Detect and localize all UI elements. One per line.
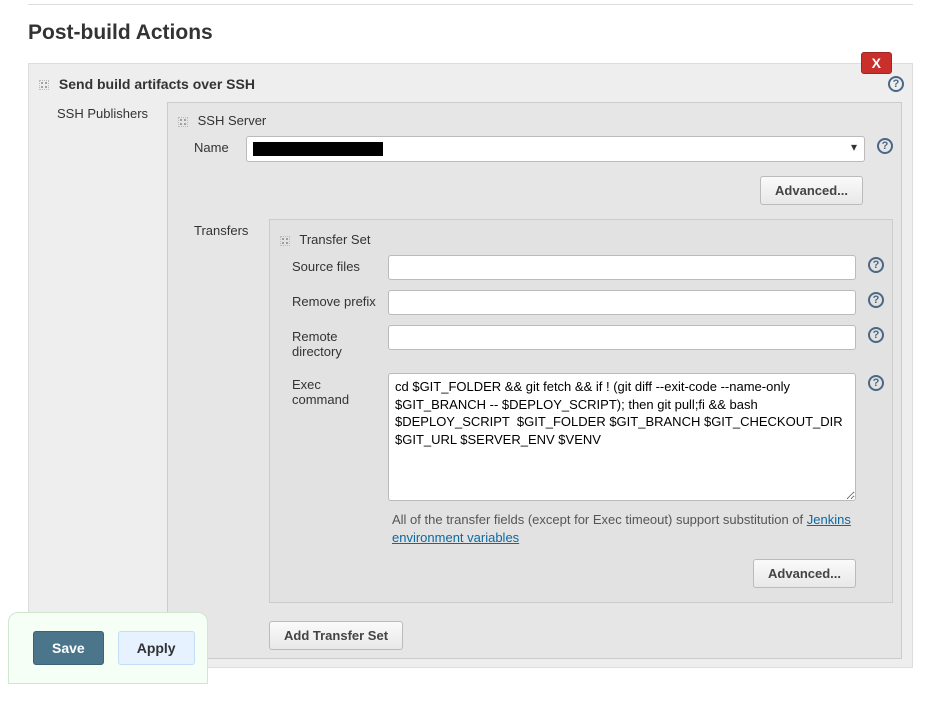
- apply-button[interactable]: Apply: [118, 631, 195, 665]
- remote-directory-input[interactable]: [388, 325, 856, 350]
- source-files-input[interactable]: [388, 255, 856, 280]
- redacted-value: [253, 142, 383, 156]
- help-icon[interactable]: ?: [868, 292, 884, 308]
- hint-prefix: All of the transfer fields (except for E…: [392, 512, 807, 527]
- ssh-server-block: SSH Server Name ?: [167, 102, 902, 659]
- add-transfer-set-button[interactable]: Add Transfer Set: [269, 621, 403, 650]
- drag-handle-icon[interactable]: [39, 80, 49, 90]
- transfer-set-advanced-button[interactable]: Advanced...: [753, 559, 856, 588]
- ssh-server-header: SSH Server: [176, 111, 893, 136]
- remove-prefix-label: Remove prefix: [278, 290, 388, 313]
- source-files-label: Source files: [278, 255, 388, 278]
- publisher-block: X ? Send build artifacts over SSH SSH Pu…: [28, 63, 913, 668]
- ssh-server-label: SSH Server: [198, 113, 267, 128]
- name-label: Name: [176, 136, 246, 159]
- transfer-set-header: Transfer Set: [278, 230, 884, 255]
- transfer-set-block: Transfer Set Source files ?: [269, 219, 893, 603]
- ssh-publishers-label: SSH Publishers: [37, 102, 167, 659]
- transfers-label: Transfers: [176, 219, 269, 650]
- remove-prefix-input[interactable]: [388, 290, 856, 315]
- help-icon[interactable]: ?: [868, 375, 884, 391]
- footer-actions: Save Apply: [8, 612, 208, 684]
- help-icon[interactable]: ?: [868, 327, 884, 343]
- exec-command-input[interactable]: [388, 373, 856, 501]
- ssh-server-name-select[interactable]: [246, 136, 865, 162]
- delete-publisher-button[interactable]: X: [861, 52, 892, 74]
- save-button[interactable]: Save: [33, 631, 104, 665]
- exec-command-label: Exec command: [278, 373, 388, 411]
- ssh-server-advanced-button[interactable]: Advanced...: [760, 176, 863, 205]
- transfer-hint: All of the transfer fields (except for E…: [392, 511, 854, 547]
- top-divider: [28, 4, 913, 5]
- page-title: Post-build Actions: [28, 21, 949, 45]
- publisher-header: Send build artifacts over SSH: [37, 72, 904, 102]
- help-icon[interactable]: ?: [888, 76, 904, 92]
- help-icon[interactable]: ?: [868, 257, 884, 273]
- transfer-set-label: Transfer Set: [299, 232, 370, 247]
- publisher-title: Send build artifacts over SSH: [59, 76, 255, 92]
- drag-handle-icon[interactable]: [280, 236, 290, 246]
- help-icon[interactable]: ?: [877, 138, 893, 154]
- drag-handle-icon[interactable]: [178, 117, 188, 127]
- remote-directory-label: Remote directory: [278, 325, 388, 363]
